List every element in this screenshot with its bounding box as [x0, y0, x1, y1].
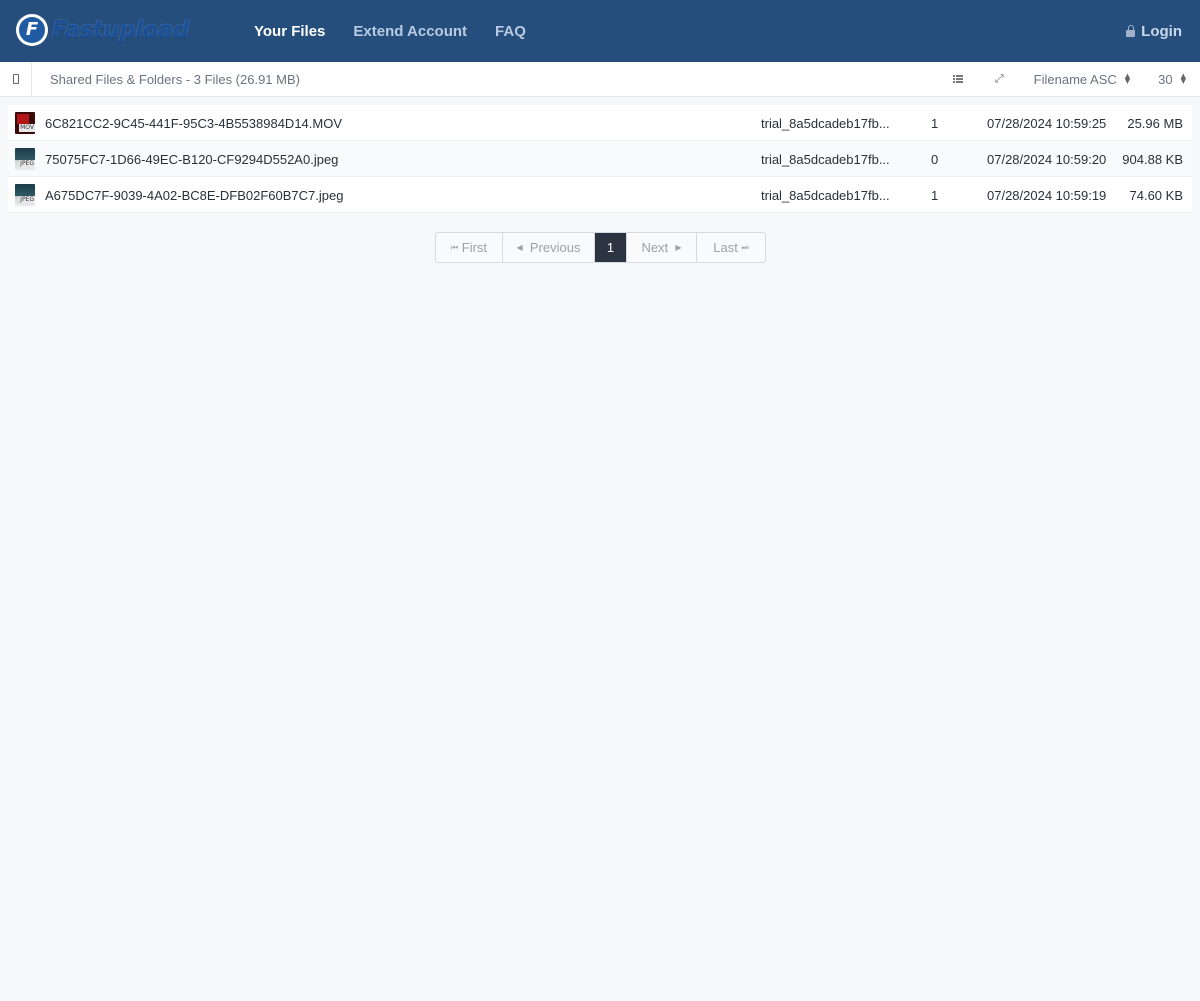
file-type-tag: MOV: [19, 124, 35, 132]
file-name[interactable]: 6C821CC2-9C45-441F-95C3-4B5538984D14.MOV: [45, 105, 342, 141]
file-list: MOV 6C821CC2-9C45-441F-95C3-4B5538984D14…: [8, 105, 1192, 213]
lock-icon: [1126, 24, 1136, 37]
next-page-icon: ▶: [675, 243, 682, 252]
file-toolbar: Shared Files & Folders - 3 Files (26.91 …: [0, 62, 1200, 97]
page-last-button[interactable]: Last ⏭: [697, 233, 765, 262]
file-downloads: 0: [931, 151, 939, 167]
file-name[interactable]: A675DC7F-9039-4A02-BC8E-DFB02F60B7C7.jpe…: [45, 177, 343, 213]
last-label: Last: [713, 240, 738, 255]
logo-letter: F: [19, 17, 45, 43]
file-size: 25.96 MB: [1127, 115, 1183, 131]
page-current-button[interactable]: 1: [595, 233, 627, 262]
file-row[interactable]: JPEG A675DC7F-9039-4A02-BC8E-DFB02F60B7C…: [8, 177, 1192, 213]
sidebar-toggle-button[interactable]: [0, 62, 32, 96]
file-downloads: 1: [931, 115, 939, 131]
file-date: 07/28/2024 10:59:25: [987, 115, 1107, 131]
file-row[interactable]: MOV 6C821CC2-9C45-441F-95C3-4B5538984D14…: [8, 105, 1192, 141]
page-previous-button[interactable]: ◀ Previous: [503, 233, 595, 262]
previous-label: Previous: [529, 240, 581, 255]
first-page-icon: ⏮: [450, 242, 459, 252]
site-logo[interactable]: F Fastupload: [16, 13, 189, 47]
sidebar-toggle-icon: [12, 74, 19, 84]
file-downloads: 1: [931, 187, 939, 203]
sort-arrows-icon: ▲ ▼: [1124, 72, 1131, 85]
image-thumbnail-icon: JPEG: [15, 148, 35, 170]
pagination: ⏮ First ◀ Previous 1 Next ▶ Last ⏭: [435, 232, 766, 263]
file-row[interactable]: JPEG 75075FC7-1D66-49EC-B120-CF9294D552A…: [8, 141, 1192, 177]
file-size: 74.60 KB: [1129, 187, 1184, 203]
nav-extend-account[interactable]: Extend Account: [339, 23, 481, 40]
file-type-tag: JPEG: [19, 160, 35, 168]
previous-page-icon: ◀: [516, 243, 523, 252]
main-nav: Your Files Extend Account FAQ: [240, 0, 540, 62]
sort-select[interactable]: Filename ASC ▲ ▼: [1034, 72, 1130, 87]
page-first-button[interactable]: ⏮ First: [436, 233, 503, 262]
toolbar-controls: ⤢ Filename ASC ▲ ▼ 30 ▲ ▼: [952, 62, 1200, 96]
video-thumbnail-icon: MOV: [15, 112, 35, 134]
next-label: Next: [641, 240, 669, 255]
file-name[interactable]: 75075FC7-1D66-49EC-B120-CF9294D552A0.jpe…: [45, 141, 338, 177]
per-page-select[interactable]: 30 ▲ ▼: [1158, 72, 1186, 87]
image-thumbnail-icon: JPEG: [15, 184, 35, 206]
login-label: Login: [1141, 22, 1182, 40]
login-link[interactable]: Login: [1126, 0, 1182, 62]
breadcrumb: Shared Files & Folders - 3 Files (26.91 …: [50, 71, 300, 87]
list-view-icon[interactable]: [952, 75, 963, 83]
file-owner: trial_8a5dcadeb17fb...: [761, 187, 890, 203]
per-page-value: 30: [1158, 71, 1173, 87]
file-size: 904.88 KB: [1122, 151, 1183, 167]
logo-text: Fastupload: [52, 17, 189, 43]
file-type-tag: JPEG: [19, 196, 35, 204]
file-date: 07/28/2024 10:59:19: [987, 187, 1107, 203]
file-owner: trial_8a5dcadeb17fb...: [761, 151, 890, 167]
file-owner: trial_8a5dcadeb17fb...: [761, 115, 890, 131]
top-navbar: F Fastupload Your Files Extend Account F…: [0, 0, 1200, 62]
file-date: 07/28/2024 10:59:20: [987, 151, 1107, 167]
per-page-arrows-icon: ▲ ▼: [1180, 72, 1186, 85]
expand-icon[interactable]: ⤢: [995, 72, 1004, 86]
nav-faq[interactable]: FAQ: [481, 23, 540, 40]
page-next-button[interactable]: Next ▶: [627, 233, 697, 262]
logo-badge-icon: F: [16, 14, 48, 46]
last-page-icon: ⏭: [741, 242, 749, 252]
sort-label: Filename ASC: [1033, 71, 1117, 87]
first-label: First: [461, 240, 488, 255]
nav-your-files[interactable]: Your Files: [240, 23, 339, 40]
